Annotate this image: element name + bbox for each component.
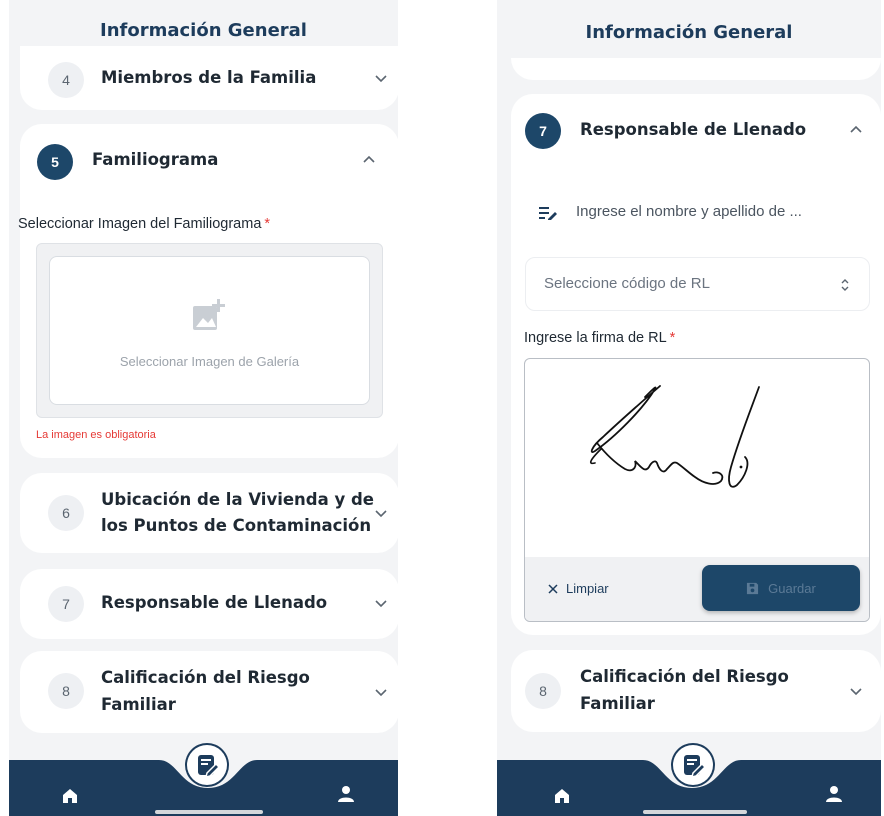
unfold-icon bbox=[841, 279, 849, 291]
page-title: Información General bbox=[585, 22, 793, 43]
save-button[interactable]: Guardar bbox=[702, 565, 860, 611]
chevron-down-icon[interactable] bbox=[374, 508, 388, 518]
clear-label: Limpiar bbox=[566, 581, 609, 596]
section-number-badge: 7 bbox=[48, 586, 84, 622]
save-label: Guardar bbox=[768, 580, 816, 596]
section-number-badge: 4 bbox=[48, 62, 84, 98]
save-icon bbox=[747, 582, 759, 594]
home-icon[interactable] bbox=[60, 786, 80, 806]
image-dropzone[interactable]: Seleccionar Imagen de Galería bbox=[49, 256, 370, 405]
bottom-navigation bbox=[9, 743, 398, 816]
right-screen: Información General 7 Responsable de Lle… bbox=[497, 0, 881, 816]
profile-icon[interactable] bbox=[824, 784, 844, 804]
chevron-down-icon[interactable] bbox=[849, 686, 863, 696]
section-title-line1: Calificación del Riesgo bbox=[580, 667, 789, 686]
section-title-line1: Ubicación de la Vivienda y de bbox=[101, 490, 374, 509]
section-title: Responsable de Llenado bbox=[101, 593, 328, 612]
section-title-line2: Familiar bbox=[580, 694, 655, 713]
error-message: La imagen es obligatoria bbox=[36, 429, 156, 441]
edit-form-icon bbox=[187, 745, 227, 785]
section-number-badge: 6 bbox=[48, 495, 84, 531]
home-indicator bbox=[643, 810, 747, 814]
signature-stroke bbox=[589, 385, 760, 488]
section-title-line2: Familiar bbox=[101, 695, 176, 714]
chevron-down-icon[interactable] bbox=[374, 598, 388, 608]
signature-actions: Limpiar Guardar bbox=[525, 557, 869, 621]
clear-button[interactable]: Limpiar bbox=[548, 581, 609, 596]
home-indicator bbox=[155, 810, 263, 814]
code-select[interactable]: Seleccione código de RL bbox=[525, 257, 870, 311]
section-card-ubicacion[interactable]: 6 Ubicación de la Vivienda y de los Punt… bbox=[20, 473, 398, 553]
edit-note-icon bbox=[539, 207, 557, 220]
profile-icon[interactable] bbox=[336, 784, 356, 804]
section-card-familiograma: 5 Familiograma Seleccionar Imagen del Fa… bbox=[18, 124, 398, 458]
section-card-calificacion[interactable]: 8 Calificación del Riesgo Familiar bbox=[511, 650, 881, 732]
section-title-line2: los Puntos de Contaminación bbox=[101, 516, 372, 535]
chevron-up-icon[interactable] bbox=[849, 125, 863, 135]
left-screen: Información General 4 Miembros de la Fam… bbox=[9, 0, 398, 816]
image-dropzone-frame: Seleccionar Imagen de Galería bbox=[36, 243, 383, 418]
section-card-miembros[interactable]: 4 Miembros de la Familia bbox=[20, 46, 398, 110]
image-field-label: Seleccionar Imagen del Familiograma * bbox=[18, 216, 271, 232]
section-number-badge: 8 bbox=[525, 673, 561, 709]
section-number-badge: 8 bbox=[48, 673, 84, 709]
home-icon[interactable] bbox=[552, 786, 572, 806]
section-title: Familiograma bbox=[92, 150, 219, 169]
section-card-responsable: 7 Responsable de Llenado Ingrese el nomb… bbox=[511, 94, 881, 635]
section-number-badge: 5 bbox=[37, 144, 73, 180]
chevron-down-icon[interactable] bbox=[374, 73, 388, 83]
bottom-navigation bbox=[497, 743, 881, 816]
name-input[interactable]: Ingrese el nombre y apellido de ... bbox=[576, 203, 802, 220]
edit-form-button[interactable] bbox=[185, 743, 229, 787]
required-mark: * bbox=[669, 330, 676, 346]
chevron-down-icon[interactable] bbox=[374, 687, 388, 697]
edit-form-button[interactable] bbox=[671, 743, 715, 787]
section-title-line1: Calificación del Riesgo bbox=[101, 668, 310, 687]
signature-pad[interactable]: Limpiar Guardar bbox=[524, 358, 870, 622]
dropzone-text: Seleccionar Imagen de Galería bbox=[119, 354, 300, 369]
chevron-up-icon[interactable] bbox=[362, 155, 376, 165]
code-select-placeholder: Seleccione código de RL bbox=[544, 275, 710, 292]
section-card-responsable[interactable]: 7 Responsable de Llenado bbox=[20, 569, 398, 639]
edit-form-icon bbox=[673, 745, 713, 785]
section-title: Responsable de Llenado bbox=[580, 120, 807, 139]
page-title: Información General bbox=[100, 20, 307, 41]
section-title: Miembros de la Familia bbox=[101, 68, 317, 87]
section-card-partial bbox=[511, 58, 881, 80]
section-card-calificacion[interactable]: 8 Calificación del Riesgo Familiar bbox=[20, 651, 398, 733]
close-icon bbox=[548, 583, 558, 594]
signature-label: Ingrese la firma de RL * bbox=[524, 330, 676, 346]
section-number-badge: 7 bbox=[525, 113, 561, 149]
required-mark: * bbox=[264, 216, 271, 232]
add-photo-icon bbox=[193, 299, 225, 330]
